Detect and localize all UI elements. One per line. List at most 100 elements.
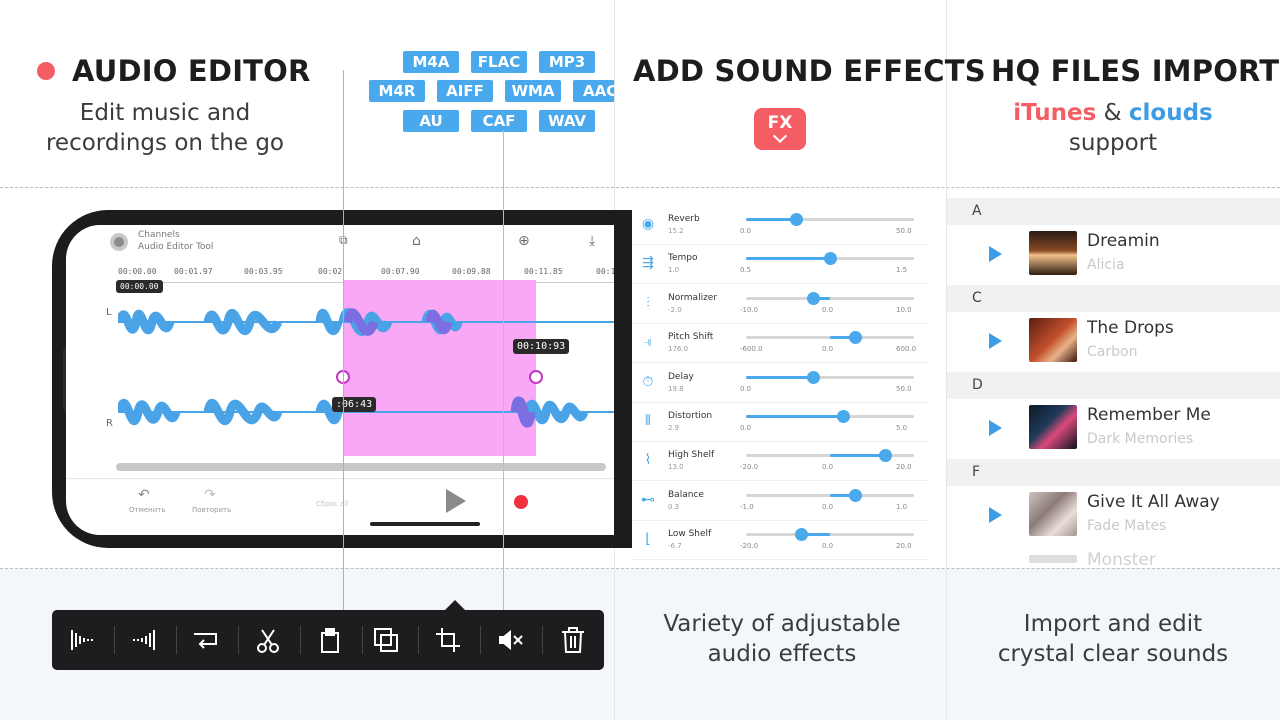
crop-icon[interactable] <box>432 624 464 656</box>
slider-min: 0.0 <box>740 384 752 393</box>
library-track[interactable]: Dreamin Alicia <box>947 225 1280 285</box>
toolbar-separator <box>300 626 301 654</box>
slider-knob[interactable] <box>807 370 821 384</box>
bottom-divider <box>0 568 1280 569</box>
library-section-header: A <box>947 198 1280 225</box>
mute-icon[interactable] <box>494 624 526 656</box>
format-chip: AIFF <box>437 80 493 102</box>
fade-out-icon[interactable] <box>128 624 160 656</box>
play-track-icon[interactable] <box>989 420 1002 436</box>
effect-slider[interactable] <box>746 370 914 384</box>
effect-value: 13.0 <box>668 463 684 472</box>
editor-topbar: Channels Audio Editor Tool ⧉ ⌂ ⊕ ⤓ <box>66 225 614 257</box>
library-track[interactable]: Give It All Away Fade Mates <box>947 486 1280 546</box>
horizontal-scrollbar[interactable] <box>116 463 606 471</box>
slider-fill <box>830 454 886 458</box>
format-chip: CAF <box>471 110 527 132</box>
slider-knob[interactable] <box>879 449 893 463</box>
ruler-tick: 00:01.97 <box>174 267 213 276</box>
selection-start-time: :06:43 <box>332 397 377 412</box>
slider-knob[interactable] <box>837 410 851 423</box>
slider-max: 5.0 <box>896 424 908 432</box>
library-track[interactable]: The Drops Carbon <box>947 312 1280 372</box>
add-icon[interactable]: ⊕ <box>518 233 530 249</box>
format-chip: M4R <box>369 80 425 102</box>
slider-min: -1.0 <box>740 502 754 511</box>
effect-row: ⌊ Low Shelf -6.7 -20.0 0.0 20.0 <box>632 521 928 561</box>
effect-value: 15.2 <box>668 227 684 235</box>
fade-in-icon[interactable] <box>66 624 98 656</box>
record-button[interactable] <box>514 495 528 509</box>
format-chip: AU <box>403 110 459 132</box>
slider-min: 0.0 <box>740 227 752 235</box>
effect-icon: ⏱ <box>642 373 654 390</box>
disc-icon <box>110 233 128 251</box>
slider-knob[interactable] <box>807 291 821 305</box>
app-name: Channels <box>138 230 180 240</box>
effect-slider[interactable] <box>746 528 914 542</box>
toolbar-separator <box>362 626 363 654</box>
effect-slider[interactable] <box>746 252 914 266</box>
format-chip: M4A <box>403 51 459 73</box>
play-track-icon[interactable] <box>989 246 1002 262</box>
effect-value: 1.0 <box>668 266 680 275</box>
top-divider <box>0 187 1280 188</box>
ruler-tick: 00:02 <box>318 267 343 276</box>
support-label: support <box>1068 130 1158 156</box>
effects-panel: ◉ Reverb 15.2 0.0 50.0 ⇶ Tempo 1.0 0.5 1.5 ⫶ Normal… <box>632 206 928 561</box>
effect-slider[interactable] <box>746 449 914 463</box>
slider-knob[interactable] <box>824 252 837 266</box>
effect-value: 19.8 <box>668 384 684 393</box>
slider-knob[interactable] <box>849 331 863 345</box>
slider-max: 10.0 <box>896 305 912 314</box>
copy-icon[interactable] <box>370 624 402 656</box>
slider-knob[interactable] <box>849 488 863 502</box>
slider-knob[interactable] <box>790 213 804 226</box>
fx-badge-icon: FX <box>754 108 806 150</box>
play-track-icon[interactable] <box>989 333 1002 349</box>
right-channel-label: R <box>106 418 113 429</box>
effect-slider[interactable] <box>746 488 914 502</box>
toolbar-separator <box>480 626 481 654</box>
slider-mid: 0.0 <box>822 502 834 511</box>
clouds-label: clouds <box>1128 100 1213 126</box>
play-button[interactable] <box>446 489 466 513</box>
effect-slider[interactable] <box>746 410 914 423</box>
effect-slider[interactable] <box>746 213 914 226</box>
effects-caption-line-2: audio effects <box>707 641 857 667</box>
undo-icon[interactable]: ↶ <box>138 487 150 503</box>
download-icon[interactable]: ⤓ <box>589 233 595 249</box>
effect-slider[interactable] <box>746 291 914 305</box>
slider-max: 600.0 <box>896 345 917 354</box>
song-title: Give It All Away <box>1087 492 1220 512</box>
audio-editor-subtitle: Edit music and recordings on the go <box>40 98 290 158</box>
selection-end-time: 00:10:93 <box>513 339 570 354</box>
selection-end-handle[interactable] <box>529 370 543 384</box>
paste-icon[interactable] <box>314 624 346 656</box>
format-chip: AAC <box>573 80 614 102</box>
slider-knob[interactable] <box>795 528 809 542</box>
play-track-icon[interactable] <box>989 507 1002 523</box>
ruler-tick: 00:07.90 <box>381 267 420 276</box>
redo-icon[interactable]: ↷ <box>204 487 216 503</box>
tutorial-icon[interactable]: ⌂ <box>412 233 421 249</box>
effect-slider[interactable] <box>746 331 914 345</box>
files-import-subtitle: iTunes & clouds support <box>960 98 1266 158</box>
subtitle-line-2: recordings on the go <box>45 130 285 156</box>
trash-icon[interactable] <box>557 624 589 656</box>
toolbar-separator <box>542 626 543 654</box>
effect-icon: ⫶ <box>646 294 650 311</box>
loop-icon[interactable] <box>190 624 222 656</box>
right-waveform[interactable] <box>118 377 614 447</box>
toolbar-separator <box>418 626 419 654</box>
format-chip: WMA <box>505 80 561 102</box>
slider-max: 50.0 <box>896 227 912 235</box>
effect-icon: ⫴ <box>645 413 651 429</box>
library-track[interactable]: Remember Me Dark Memories <box>947 399 1280 459</box>
library-section-header: D <box>947 372 1280 399</box>
edit-toolbar <box>52 610 604 670</box>
effect-value: -2.0 <box>668 305 682 314</box>
import-caption-line-2: crystal clear sounds <box>997 641 1229 667</box>
cut-icon[interactable] <box>252 624 284 656</box>
selection-guide-line <box>343 70 344 610</box>
